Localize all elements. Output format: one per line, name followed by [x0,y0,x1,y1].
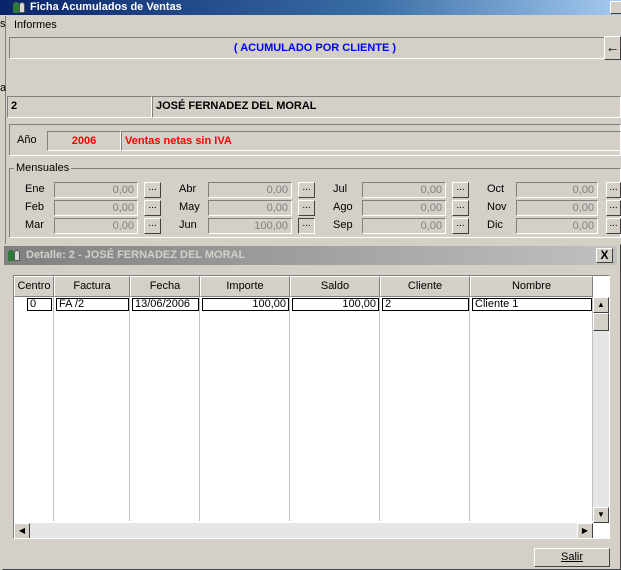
edge-glyph-1: s [0,18,6,30]
client-code-field[interactable]: 2 [7,96,152,118]
menu-informes[interactable]: Informes [14,19,57,32]
table-cell[interactable]: 13/06/2006 [132,298,199,311]
month-label: Sep [333,219,353,231]
month-detail-button[interactable]: ... [144,182,161,198]
column-header[interactable]: Centro [14,276,54,297]
scroll-right-button[interactable]: ▶ [577,523,593,538]
grid-column [14,297,54,521]
scroll-left-button[interactable]: ◀ [14,523,30,538]
grid-column [130,297,200,521]
table-cell[interactable]: Cliente 1 [472,298,592,311]
detail-titlebar[interactable]: Detalle: 2 - JOSÉ FERNADEZ DEL MORAL [4,246,617,265]
table-cell[interactable]: 2 [382,298,469,311]
month-detail-button[interactable]: ... [298,182,315,198]
arrow-right-small-icon: ▶ [581,526,589,535]
table-cell[interactable]: 100,00 [202,298,289,311]
vertical-scroll-thumb[interactable] [593,313,609,331]
grid-column [290,297,380,521]
grid-column [470,297,593,521]
month-detail-button[interactable]: ... [452,218,469,234]
column-header[interactable]: Nombre [470,276,593,297]
month-label: Ene [25,183,45,195]
detail-title: Detalle: 2 - JOSÉ FERNADEZ DEL MORAL [26,249,246,261]
sales-type-label: Ventas netas sin IVA [121,131,621,151]
detail-grid[interactable]: Centro Factura Fecha Importe Saldo Cliente Nom… [13,275,610,539]
client-name-field: JOSÉ FERNADEZ DEL MORAL [152,96,621,118]
month-detail-button[interactable]: ... [452,182,469,198]
month-label: Oct [487,183,505,195]
month-detail-button[interactable]: ... [606,200,621,216]
column-header[interactable]: Factura [54,276,130,297]
month-value-field[interactable]: 0,00 [362,218,446,234]
month-value-field[interactable]: 0,00 [516,218,598,234]
column-header[interactable]: Importe [200,276,290,297]
main-titlebar[interactable]: Ficha Acumulados de Ventas [0,0,621,15]
month-value-field[interactable]: 0,00 [208,200,292,216]
month-detail-button[interactable]: ... [452,200,469,216]
month-label: Feb [25,201,44,213]
close-icon: X [600,248,609,262]
month-detail-button[interactable]: ... [298,218,315,234]
month-detail-button[interactable]: ... [144,200,161,216]
month-value-field[interactable]: 0,00 [516,182,598,198]
window-title: Ficha Acumulados de Ventas [30,1,182,13]
month-value-field[interactable]: 0,00 [362,182,446,198]
month-label: Mar [25,219,44,231]
month-value-field[interactable]: 100,00 [208,218,292,234]
monthly-legend: Mensuales [14,162,72,175]
table-cell[interactable]: 100,00 [292,298,379,311]
column-header[interactable]: Fecha [130,276,200,297]
detail-close-button[interactable]: X [596,248,613,263]
month-value-field[interactable]: 0,00 [516,200,598,216]
grid-column [54,297,130,521]
app-icon [13,1,26,14]
month-value-field[interactable]: 0,00 [54,218,138,234]
month-label: Nov [487,201,507,213]
column-header[interactable]: Cliente [380,276,470,297]
arrow-down-icon: ▼ [597,510,605,519]
month-value-field[interactable]: 0,00 [54,200,138,216]
header-banner: ( ACUMULADO POR CLIENTE ) [9,37,621,59]
month-detail-button[interactable]: ... [606,182,621,198]
month-label: May [179,201,200,213]
window-control-button[interactable] [610,1,621,14]
month-value-field[interactable]: 0,00 [362,200,446,216]
back-arrow-button[interactable]: ← [604,36,621,60]
month-label: Jul [333,183,348,195]
month-detail-button[interactable]: ... [144,218,161,234]
table-cell[interactable]: FA /2 [56,298,129,311]
grid-column [380,297,470,521]
month-label: Abr [179,183,197,195]
month-value-field[interactable]: 0,00 [54,182,138,198]
year-field[interactable]: 2006 [47,131,121,151]
month-value-field[interactable]: 0,00 [208,182,292,198]
column-header[interactable]: Saldo [290,276,380,297]
horizontal-scrollbar[interactable]: ◀ ▶ [14,523,593,538]
table-cell[interactable]: 0 [27,298,52,311]
scroll-down-button[interactable]: ▼ [593,507,609,523]
salir-button[interactable]: Salir [534,548,610,567]
month-label: Ago [333,201,353,213]
detail-app-icon [8,249,21,262]
edge-glyph-2: a [0,82,6,94]
month-label: Jun [179,219,197,231]
scroll-up-button[interactable]: ▲ [593,297,609,313]
month-detail-button[interactable]: ... [298,200,315,216]
month-detail-button[interactable]: ... [606,218,621,234]
vertical-scrollbar[interactable]: ▲ ▼ [593,297,609,523]
arrow-left-icon: ← [605,39,620,55]
year-label: Año [17,134,37,146]
arrow-left-small-icon: ◀ [18,526,26,535]
grid-column [200,297,290,521]
arrow-up-icon: ▲ [597,300,605,309]
month-label: Dic [487,219,503,231]
